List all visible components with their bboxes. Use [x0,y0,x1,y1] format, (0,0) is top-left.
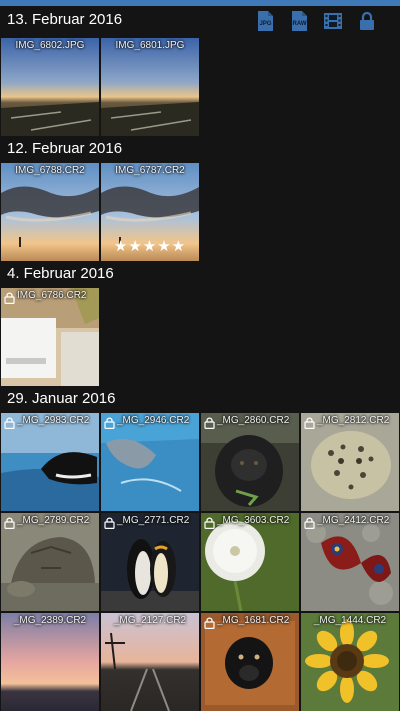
lock-icon [304,416,315,430]
photo-thumbnail[interactable]: _MG_2127.CR2 [101,613,199,711]
lock-icon [204,516,215,530]
lock-icon [104,516,115,530]
thumbnail-image [301,613,399,711]
thumbnail-image [1,613,99,711]
filename-label: _MG_2127.CR2 [113,615,187,626]
lock-filter-icon[interactable] [356,10,378,32]
photo-thumbnail[interactable]: IMG_6788.CR2 [1,163,99,261]
lock-icon [104,416,115,430]
photo-thumbnail[interactable]: IMG_6786.CR2 [1,288,99,386]
filename-label: _MG_2812.CR2 [317,415,390,426]
photo-thumbnail[interactable]: _MG_2812.CR2 [301,413,399,511]
photo-thumbnail[interactable]: IMG_6802.JPG [1,38,99,136]
filename-label: _MG_2860.CR2 [217,415,290,426]
filename-label: _MG_2946.CR2 [117,415,190,426]
filename-label: _MG_2789.CR2 [17,515,90,526]
photo-thumbnail[interactable]: _MG_2412.CR2 [301,513,399,611]
thumbnail-image [301,513,399,611]
thumbnail-image [1,513,99,611]
photo-thumbnail[interactable]: _MG_2389.CR2 [1,613,99,711]
photo-thumbnail[interactable]: _MG_1444.CR2 [301,613,399,711]
status-accent-bar [0,0,400,6]
lock-icon [4,516,15,530]
filename-label: _MG_1681.CR2 [217,615,290,626]
filename-label: _MG_2983.CR2 [17,415,90,426]
filename-label: _MG_3603.CR2 [217,515,290,526]
filename-label: IMG_6787.CR2 [115,165,185,176]
filename-label: IMG_6788.CR2 [15,165,85,176]
filename-label: IMG_6801.JPG [115,40,185,51]
filename-label: _MG_2412.CR2 [317,515,390,526]
photo-thumbnail[interactable]: _MG_2860.CR2 [201,413,299,511]
lock-icon [4,416,15,430]
thumbnail-image [101,413,199,511]
thumbnail-image [1,288,99,386]
svg-text:JPG: JPG [259,21,271,27]
photo-thumbnail[interactable]: IMG_6787.CR2 ★★★★★ [101,163,199,261]
filename-label: IMG_6802.JPG [15,40,85,51]
filename-label: _MG_2771.CR2 [117,515,190,526]
jpg-filter-icon[interactable]: JPG [254,10,276,32]
date-header: 29. Januar 2016 [7,390,116,407]
filter-toolbar: JPG RAW [254,10,378,32]
thumbnail-image [301,413,399,511]
thumbnail-image [101,613,199,711]
photo-thumbnail[interactable]: _MG_2946.CR2 [101,413,199,511]
lock-icon [4,291,15,305]
lock-icon [304,516,315,530]
thumbnail-image [201,613,299,711]
thumbnail-image [101,38,199,136]
photo-thumbnail[interactable]: _MG_2983.CR2 [1,413,99,511]
thumbnail-image [1,163,99,261]
date-header: 4. Februar 2016 [7,265,114,282]
thumbnail-image [1,38,99,136]
lock-icon [204,616,215,630]
thumbnail-image [101,513,199,611]
date-header: 13. Februar 2016 [7,11,123,28]
filename-label: _MG_1444.CR2 [313,615,387,626]
filename-label: _MG_2389.CR2 [13,615,87,626]
raw-filter-icon[interactable]: RAW [288,10,310,32]
photo-thumbnail[interactable]: IMG_6801.JPG [101,38,199,136]
rating-stars: ★★★★★ [113,238,187,255]
photo-thumbnail[interactable]: _MG_2789.CR2 [1,513,99,611]
photo-thumbnail[interactable]: _MG_3603.CR2 [201,513,299,611]
date-header: 12. Februar 2016 [7,140,123,157]
thumbnail-image [201,513,299,611]
photo-thumbnail[interactable]: _MG_1681.CR2 [201,613,299,711]
svg-text:RAW: RAW [293,21,307,27]
thumbnail-image [1,413,99,511]
filename-label: IMG_6786.CR2 [17,290,87,301]
photo-thumbnail[interactable]: _MG_2771.CR2 [101,513,199,611]
thumbnail-image [201,413,299,511]
lock-icon [204,416,215,430]
video-filter-icon[interactable] [322,10,344,32]
